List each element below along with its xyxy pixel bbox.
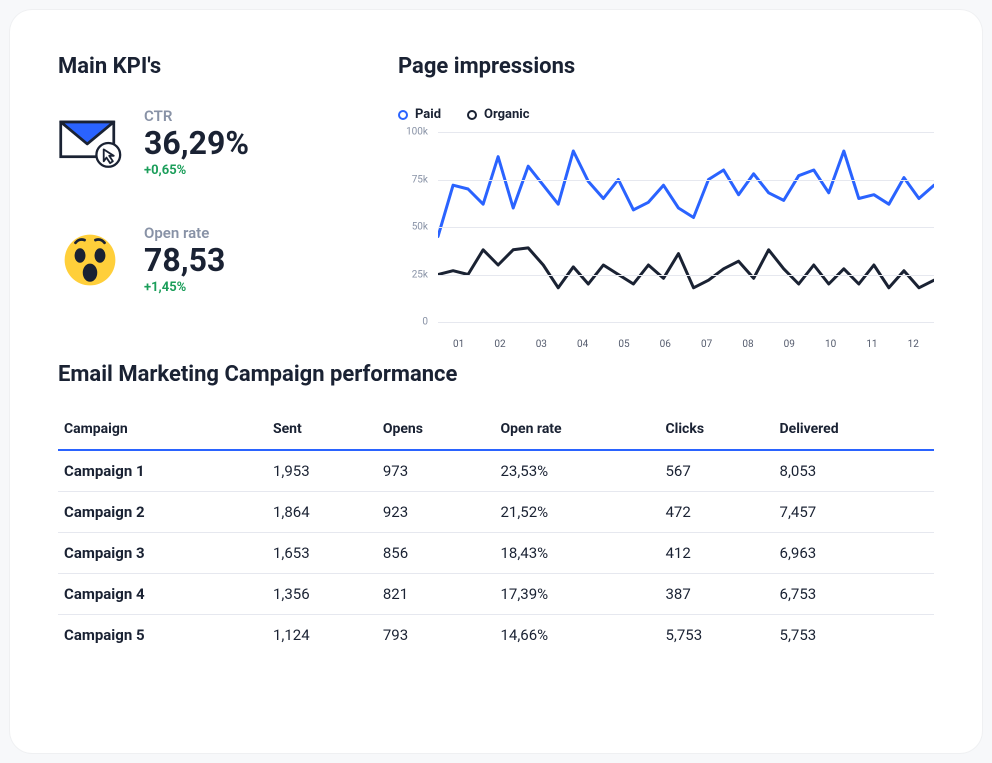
y-tick-label: 50k <box>412 222 428 233</box>
x-tick-label: 04 <box>562 339 603 350</box>
kpi-openrate-label: Open rate <box>144 224 225 242</box>
x-tick-label: 09 <box>769 339 810 350</box>
table-cell: 18,43% <box>495 533 660 574</box>
x-tick-label: 02 <box>479 339 520 350</box>
table-cell: 856 <box>377 533 495 574</box>
kpi-openrate: Open rate 78,53 +1,45% <box>58 224 358 295</box>
table-header-cell: Open rate <box>495 411 660 450</box>
table-cell: Campaign 2 <box>58 492 267 533</box>
table-cell: Campaign 5 <box>58 615 267 656</box>
x-tick-label: 08 <box>727 339 768 350</box>
legend-organic: Organic <box>467 107 530 122</box>
y-gridline <box>438 322 934 323</box>
table-cell: 923 <box>377 492 495 533</box>
table-cell: 21,52% <box>495 492 660 533</box>
table-cell: 23,53% <box>495 450 660 492</box>
kpi-panel: Main KPI's CTR 36,29% +0,65% <box>58 54 358 350</box>
table-header-cell: Opens <box>377 411 495 450</box>
table-header-cell: Delivered <box>774 411 934 450</box>
y-tick-label: 100k <box>406 127 428 138</box>
table-cell: 1,653 <box>267 533 377 574</box>
campaign-table: CampaignSentOpensOpen rateClicksDelivere… <box>58 411 934 655</box>
kpi-ctr-label: CTR <box>144 107 249 125</box>
table-row: Campaign 21,86492321,52%4727,457 <box>58 492 934 533</box>
kpi-openrate-delta: +1,45% <box>144 280 225 295</box>
kpi-ctr-value: 36,29% <box>144 125 249 163</box>
table-cell: 14,66% <box>495 615 660 656</box>
table-header-cell: Campaign <box>58 411 267 450</box>
y-gridline <box>438 275 934 276</box>
y-tick-label: 75k <box>412 174 428 185</box>
chart-legend: Paid Organic <box>398 107 934 122</box>
y-tick-label: 0 <box>422 317 428 328</box>
y-gridline <box>438 227 934 228</box>
legend-paid-label: Paid <box>415 107 441 122</box>
table-header-cell: Clicks <box>659 411 773 450</box>
table-cell: 472 <box>659 492 773 533</box>
table-cell: 821 <box>377 574 495 615</box>
x-tick-label: 03 <box>521 339 562 350</box>
x-tick-label: 07 <box>686 339 727 350</box>
legend-circle-icon <box>398 110 408 120</box>
chart-series-line <box>438 151 934 237</box>
dashboard-card: Main KPI's CTR 36,29% +0,65% <box>10 10 982 753</box>
table-cell: 567 <box>659 450 773 492</box>
legend-circle-icon <box>467 110 477 120</box>
table-header-cell: Sent <box>267 411 377 450</box>
chart-x-axis: 010203040506070809101112 <box>438 339 934 350</box>
wow-face-icon <box>58 230 122 290</box>
y-tick-label: 25k <box>412 269 428 280</box>
y-gridline <box>438 180 934 181</box>
envelope-click-icon <box>58 113 122 173</box>
x-tick-label: 05 <box>603 339 644 350</box>
x-tick-label: 01 <box>438 339 479 350</box>
table-cell: 793 <box>377 615 495 656</box>
legend-organic-label: Organic <box>484 107 530 122</box>
table-cell: 387 <box>659 574 773 615</box>
impressions-title: Page impressions <box>398 54 934 79</box>
x-tick-label: 06 <box>645 339 686 350</box>
table-cell: 17,39% <box>495 574 660 615</box>
x-tick-label: 12 <box>893 339 934 350</box>
table-row: Campaign 51,12479314,66%5,7535,753 <box>58 615 934 656</box>
kpi-ctr: CTR 36,29% +0,65% <box>58 107 358 178</box>
y-gridline <box>438 132 934 133</box>
table-cell: 7,457 <box>774 492 934 533</box>
table-row: Campaign 41,35682117,39%3876,753 <box>58 574 934 615</box>
table-cell: 1,864 <box>267 492 377 533</box>
table-cell: 1,953 <box>267 450 377 492</box>
table-cell: 8,053 <box>774 450 934 492</box>
legend-paid: Paid <box>398 107 441 122</box>
kpi-section-title: Main KPI's <box>58 54 358 79</box>
table-cell: Campaign 1 <box>58 450 267 492</box>
table-row: Campaign 11,95397323,53%5678,053 <box>58 450 934 492</box>
x-tick-label: 11 <box>851 339 892 350</box>
table-cell: 973 <box>377 450 495 492</box>
kpi-ctr-delta: +0,65% <box>144 163 249 178</box>
chart-series-line <box>438 248 934 288</box>
table-cell: 1,124 <box>267 615 377 656</box>
impressions-chart: 025k50k75k100k 010203040506070809101112 <box>398 132 934 350</box>
table-row: Campaign 31,65385618,43%4126,963 <box>58 533 934 574</box>
table-cell: 412 <box>659 533 773 574</box>
table-cell: 5,753 <box>659 615 773 656</box>
table-cell: Campaign 3 <box>58 533 267 574</box>
x-tick-label: 10 <box>810 339 851 350</box>
table-cell: 1,356 <box>267 574 377 615</box>
table-cell: 6,753 <box>774 574 934 615</box>
kpi-openrate-value: 78,53 <box>144 242 225 280</box>
table-cell: 5,753 <box>774 615 934 656</box>
table-cell: 6,963 <box>774 533 934 574</box>
impressions-panel: Page impressions Paid Organic 0 25k 50k 75k… <box>398 54 934 350</box>
table-cell: Campaign 4 <box>58 574 267 615</box>
table-section-title: Email Marketing Campaign performance <box>58 362 934 387</box>
